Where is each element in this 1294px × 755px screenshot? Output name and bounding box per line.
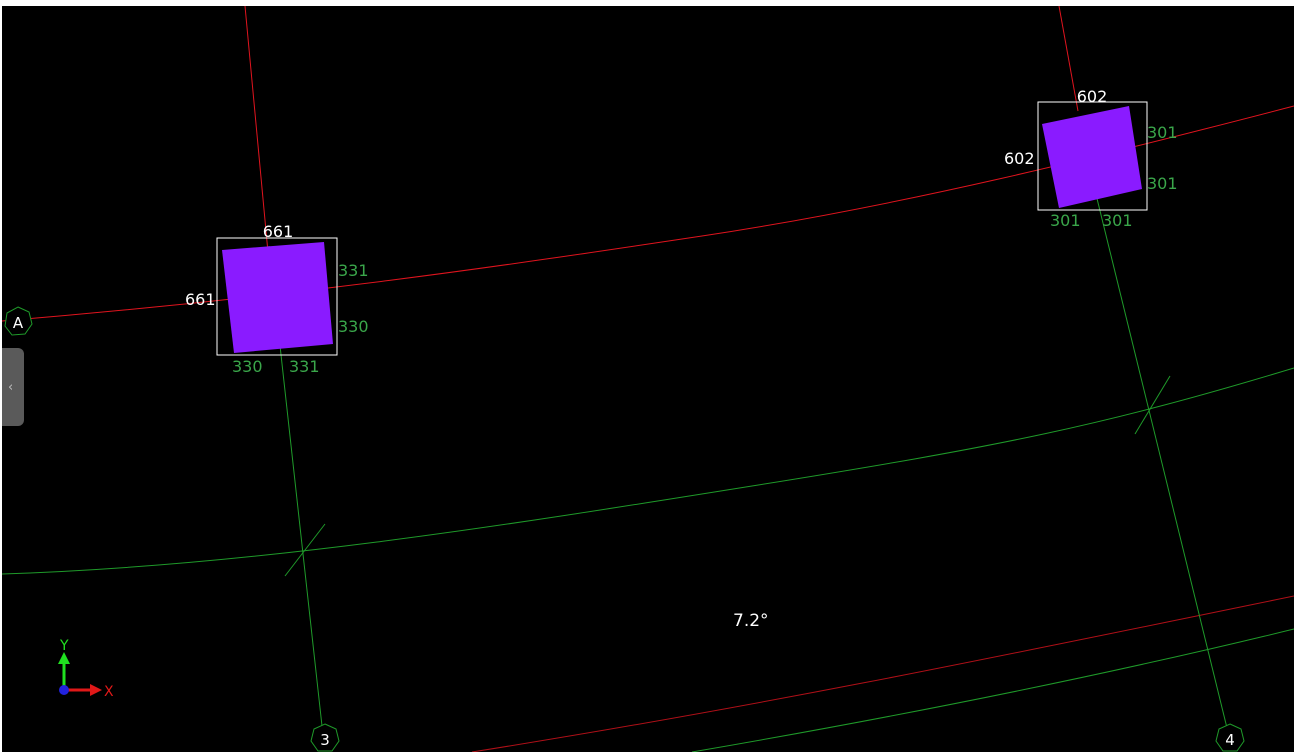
grid-curve-lower-red (471, 595, 1294, 752)
dim-right-height: 602 (1004, 149, 1035, 168)
axis-label-a: A (13, 314, 24, 332)
dim-right-right-lower: 301 (1147, 174, 1178, 193)
axis-label-4: 4 (1225, 731, 1235, 749)
axis-label-3: 3 (320, 731, 330, 749)
ucs-icon: Y X (58, 638, 114, 700)
axis-bubble-3[interactable]: 3 (310, 723, 340, 752)
dim-right-bottom-right: 301 (1102, 211, 1133, 230)
dim-left-bottom-left: 330 (232, 357, 263, 376)
dim-left-bottom-right: 331 (289, 357, 320, 376)
grid-line-4-red-segment (1058, 6, 1079, 112)
drawing-canvas[interactable]: A 3 4 661 661 331 330 330 331 602 602 30… (2, 6, 1294, 752)
dim-right-width-top: 602 (1077, 87, 1108, 106)
grid-curve-lower-green (691, 628, 1294, 752)
column-left[interactable]: 661 661 331 330 330 331 (185, 222, 369, 376)
column-right-shape[interactable] (1042, 106, 1142, 208)
dim-right-bottom-left: 301 (1050, 211, 1081, 230)
angle-annotation: 7.2° (733, 611, 769, 631)
ucs-x-label: X (104, 684, 114, 700)
side-panel-toggle[interactable]: ‹ (2, 348, 24, 426)
axis-bubble-4[interactable]: 4 (1215, 723, 1245, 752)
dim-left-height: 661 (185, 290, 216, 309)
dim-left-right-upper: 331 (338, 261, 369, 280)
cad-viewport[interactable]: A 3 4 661 661 331 330 330 331 602 602 30… (2, 6, 1294, 752)
axis-bubble-a[interactable]: A (4, 306, 33, 336)
ucs-y-label: Y (59, 638, 69, 654)
dim-right-right-upper: 301 (1147, 123, 1178, 142)
column-right[interactable]: 602 602 301 301 301 301 (1004, 87, 1178, 230)
dim-left-width-top: 661 (263, 222, 294, 241)
chevron-left-icon: ‹ (8, 379, 14, 395)
grid-curve-middle-green (2, 367, 1294, 575)
dim-left-right-lower: 330 (338, 317, 369, 336)
grid-line-4 (1088, 165, 1228, 729)
column-left-shape[interactable] (222, 242, 333, 353)
